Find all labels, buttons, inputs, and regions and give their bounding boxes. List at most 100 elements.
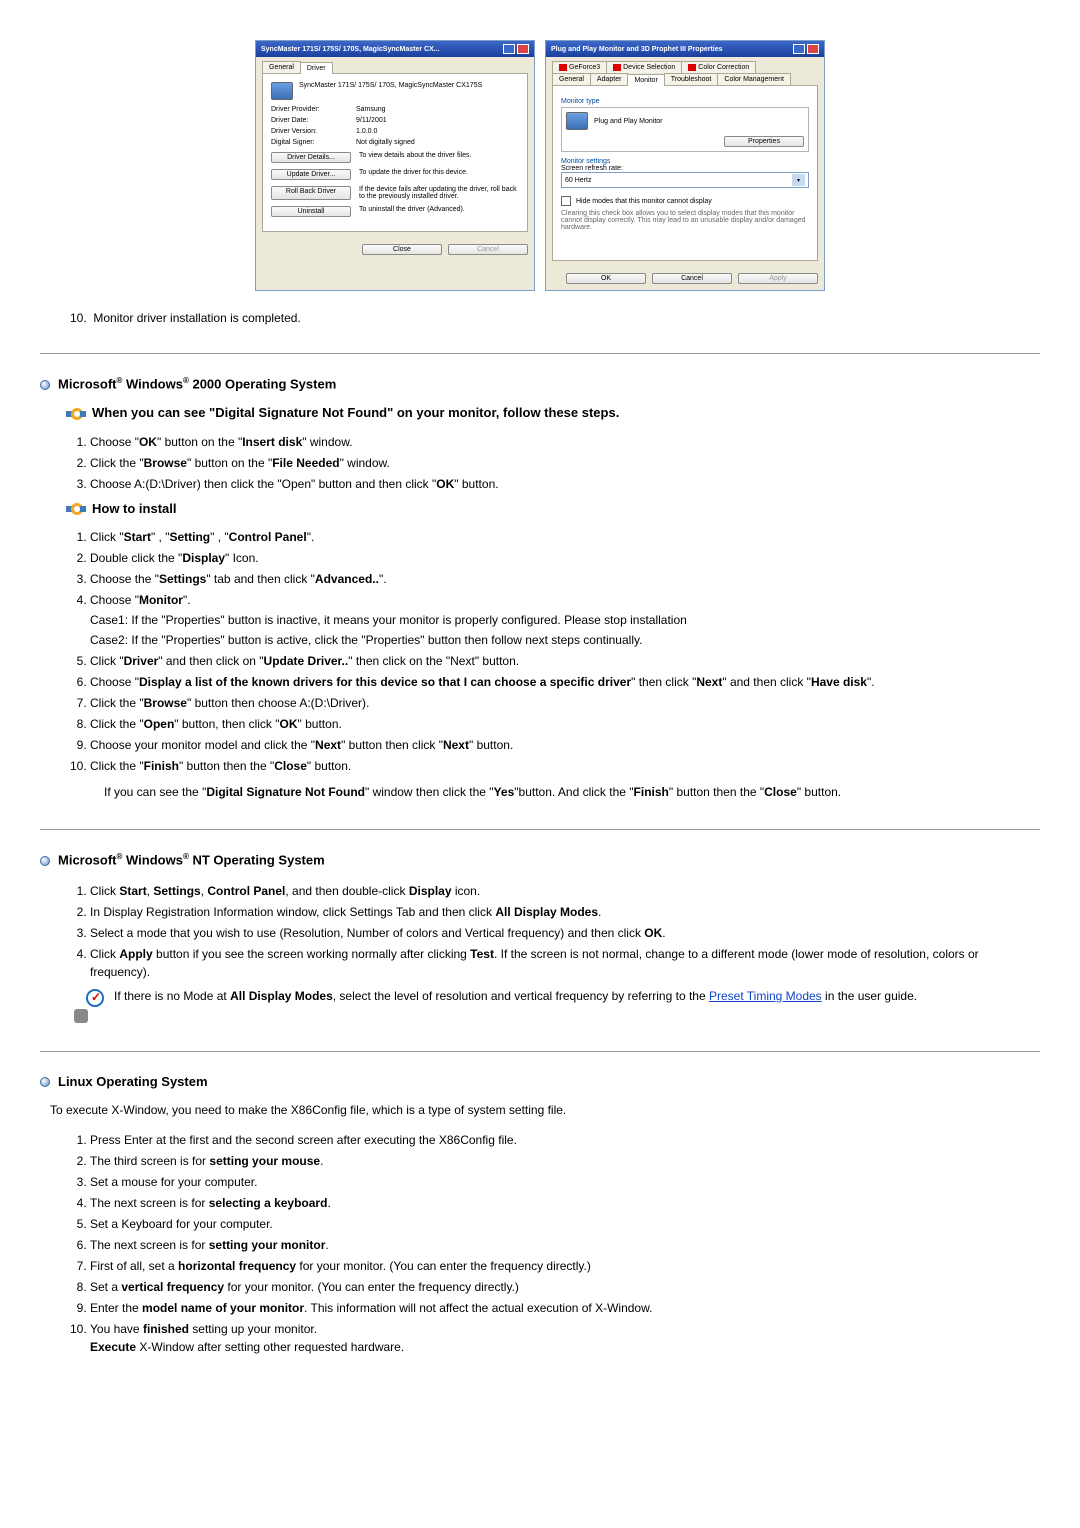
val-driver-version: 1.0.0.0	[356, 128, 377, 135]
preset-timing-modes-link[interactable]: Preset Timing Modes	[709, 989, 822, 1003]
tab-color-management[interactable]: Color Management	[717, 73, 791, 85]
titlebar: Plug and Play Monitor and 3D Prophet III…	[546, 41, 824, 57]
close-icon[interactable]	[807, 44, 819, 54]
list-item: Press Enter at the first and the second …	[90, 1131, 1040, 1149]
tab-geforce[interactable]: GeForce3	[552, 61, 607, 73]
window-title: Plug and Play Monitor and 3D Prophet III…	[551, 46, 723, 53]
list-item: Click Start, Settings, Control Panel, an…	[90, 882, 1040, 900]
step-10-completition: 10. Monitor driver installation is compl…	[70, 311, 1040, 325]
window-body: Monitor type Plug and Play Monitor Prope…	[552, 86, 818, 261]
list-item: Choose the "Settings" tab and then click…	[90, 570, 1040, 588]
list-item: The next screen is for setting your moni…	[90, 1236, 1040, 1254]
titlebar-icons	[503, 44, 529, 54]
rollback-driver-button[interactable]: Roll Back Driver	[271, 186, 351, 200]
nt-heading: Microsoft® Windows® NT Operating System	[40, 852, 1040, 867]
tab-device-selection[interactable]: Device Selection	[606, 61, 682, 73]
hide-modes-checkbox[interactable]	[561, 196, 571, 206]
monitor-props-window: Plug and Play Monitor and 3D Prophet III…	[545, 40, 825, 291]
label-driver-provider: Driver Provider:	[271, 106, 356, 113]
monitor-name: Plug and Play Monitor	[594, 118, 662, 125]
bullet-icon	[40, 380, 50, 390]
label-driver-version: Driver Version:	[271, 128, 356, 135]
help-icon[interactable]	[793, 44, 805, 54]
cancel-button: Cancel	[448, 244, 528, 255]
list-item: Click the "Finish" button then the "Clos…	[90, 757, 1040, 775]
device-name: SyncMaster 171S/ 175S/ 170S, MagicSyncMa…	[299, 82, 482, 100]
monitor-icon	[271, 82, 293, 100]
note-icon	[74, 989, 108, 1023]
divider	[40, 353, 1040, 354]
list-item: Click the "Browse" button on the "File N…	[90, 454, 1040, 472]
step-icon	[66, 407, 86, 421]
tab-monitor[interactable]: Monitor	[627, 74, 664, 86]
nvidia-icon	[688, 64, 696, 71]
list-item: Click the "Open" button, then click "OK"…	[90, 715, 1040, 733]
list-item: Choose "Monitor". Case1: If the "Propert…	[90, 591, 1040, 649]
apply-button: Apply	[738, 273, 818, 284]
divider	[40, 1051, 1040, 1052]
list-item: Double click the "Display" Icon.	[90, 549, 1040, 567]
label-driver-date: Driver Date:	[271, 117, 356, 124]
linux-steps: Press Enter at the first and the second …	[90, 1131, 1040, 1356]
linux-intro: To execute X-Window, you need to make th…	[50, 1103, 1040, 1117]
update-driver-button[interactable]: Update Driver...	[271, 169, 351, 180]
list-item: Click the "Browse" button then choose A:…	[90, 694, 1040, 712]
window-body: SyncMaster 171S/ 175S/ 170S, MagicSyncMa…	[262, 74, 528, 232]
tab-driver[interactable]: Driver	[300, 62, 333, 74]
chevron-down-icon: ▾	[792, 174, 805, 186]
list-item: Select a mode that you wish to use (Reso…	[90, 924, 1040, 942]
bullet-icon	[40, 1077, 50, 1087]
tab-adapter[interactable]: Adapter	[590, 73, 629, 85]
driver-props-window: SyncMaster 171S/ 175S/ 170S, MagicSyncMa…	[255, 40, 535, 291]
driver-details-button[interactable]: Driver Details...	[271, 152, 351, 163]
monitor-settings-label: Monitor settings	[561, 158, 809, 165]
monitor-icon	[566, 112, 588, 130]
case1: Case1: If the "Properties" button is ina…	[90, 611, 1040, 629]
tab-color-correction[interactable]: Color Correction	[681, 61, 756, 73]
divider	[40, 829, 1040, 830]
cancel-button[interactable]: Cancel	[652, 273, 732, 284]
list-item: Choose your monitor model and click the …	[90, 736, 1040, 754]
tab-general[interactable]: General	[552, 73, 591, 85]
refresh-label: Screen refresh rate:	[561, 165, 809, 172]
sig-note: If you can see the "Digital Signature No…	[104, 783, 1040, 801]
list-item: Click Apply button if you see the screen…	[90, 945, 1040, 981]
list-item: Set a mouse for your computer.	[90, 1173, 1040, 1191]
update-driver-description: To update the driver for this device.	[359, 169, 468, 180]
hide-modes-label: Hide modes that this monitor cannot disp…	[576, 198, 712, 205]
list-item: The next screen is for selecting a keybo…	[90, 1194, 1040, 1212]
ok-button[interactable]: OK	[566, 273, 646, 284]
uninstall-description: To uninstall the driver (Advanced).	[359, 206, 465, 217]
list-item: In Display Registration Information wind…	[90, 903, 1040, 921]
win2000-heading: Microsoft® Windows® 2000 Operating Syste…	[40, 376, 1040, 391]
list-item: Choose "Display a list of the known driv…	[90, 673, 1040, 691]
properties-button[interactable]: Properties	[724, 136, 804, 147]
list-item: Choose A:(D:\Driver) then click the "Ope…	[90, 475, 1040, 493]
tab-troubleshoot[interactable]: Troubleshoot	[664, 73, 719, 85]
monitor-type-label: Monitor type	[561, 98, 809, 105]
val-driver-provider: Samsung	[356, 106, 386, 113]
uninstall-button[interactable]: Uninstall	[271, 206, 351, 217]
list-item: Set a vertical frequency for your monito…	[90, 1278, 1040, 1296]
nvidia-icon	[613, 64, 621, 71]
close-button[interactable]: Close	[362, 244, 442, 255]
refresh-rate-select[interactable]: 60 Hertz ▾	[561, 172, 809, 188]
list-item: Choose "OK" button on the "Insert disk" …	[90, 433, 1040, 451]
val-driver-date: 9/11/2001	[356, 117, 387, 124]
titlebar-icons	[793, 44, 819, 54]
case2: Case2: If the "Properties" button is act…	[90, 631, 1040, 649]
close-icon[interactable]	[517, 44, 529, 54]
list-item: You have finished setting up your monito…	[90, 1320, 1040, 1356]
list-item: Click "Start" , "Setting" , "Control Pan…	[90, 528, 1040, 546]
label-digital-signer: Digital Signer:	[271, 139, 356, 146]
bullet-icon	[40, 856, 50, 866]
windows-row: SyncMaster 171S/ 175S/ 170S, MagicSyncMa…	[40, 40, 1040, 291]
help-icon[interactable]	[503, 44, 515, 54]
list-item: The third screen is for setting your mou…	[90, 1152, 1040, 1170]
tab-general[interactable]: General	[262, 61, 301, 73]
nvidia-icon	[559, 64, 567, 71]
how-to-install-heading: How to install	[66, 501, 1040, 517]
nt-steps: Click Start, Settings, Control Panel, an…	[90, 882, 1040, 981]
refresh-rate-value: 60 Hertz	[565, 177, 591, 184]
sig-not-found-heading: When you can see "Digital Signature Not …	[66, 405, 1040, 421]
